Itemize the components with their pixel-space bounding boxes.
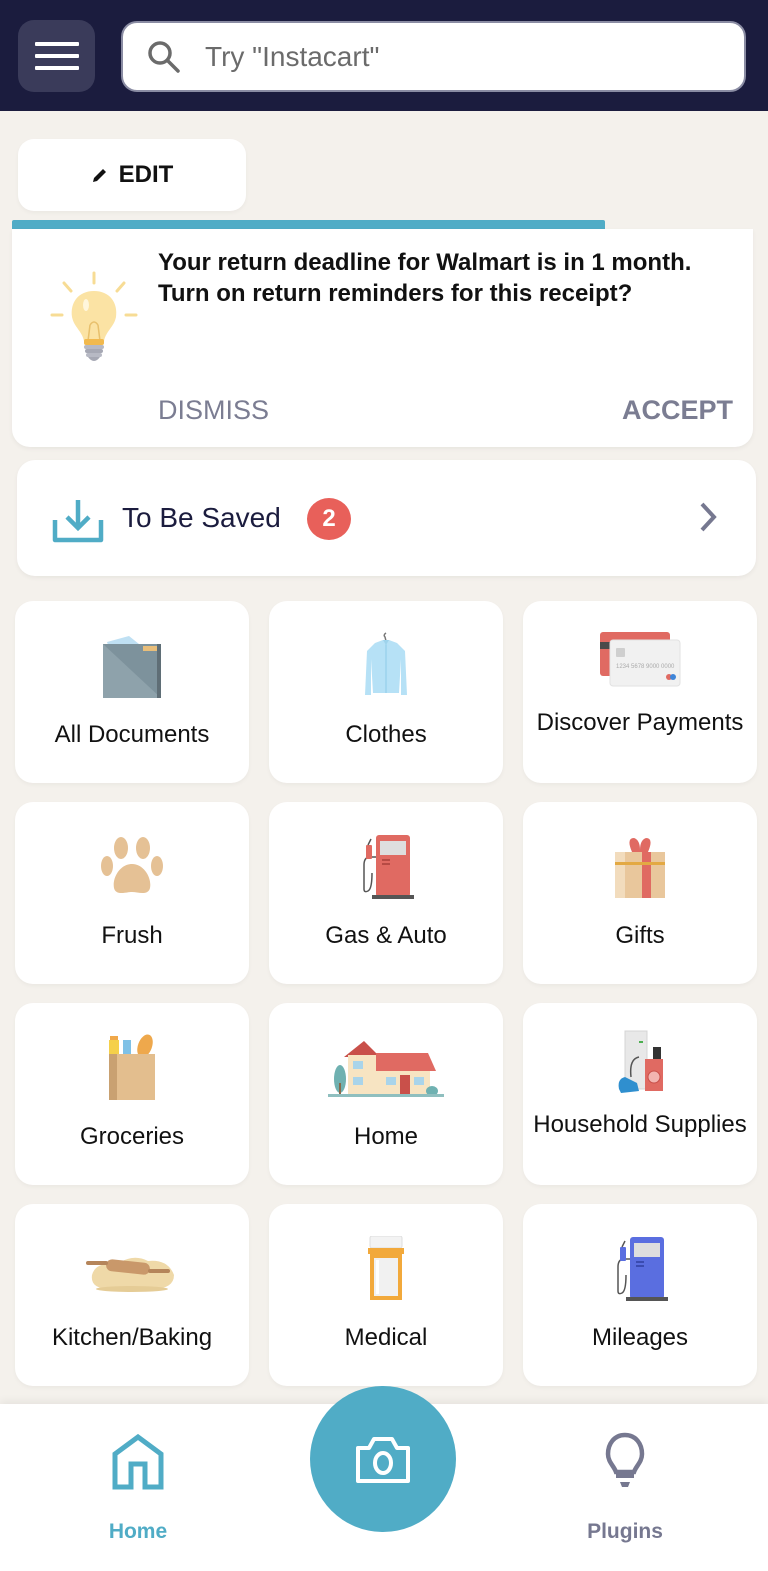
nav-home-label: Home (108, 1520, 168, 1543)
category-clothes[interactable]: Clothes (269, 601, 503, 783)
menu-button[interactable] (18, 20, 95, 92)
category-label: Home (353, 1123, 419, 1150)
chevron-right-icon (700, 502, 717, 532)
rolling-pin-icon (86, 1257, 174, 1292)
house-icon (328, 1041, 444, 1097)
paw-print-icon (101, 837, 163, 893)
top-bar (0, 0, 768, 111)
camera-button[interactable] (310, 1386, 456, 1532)
lightbulb-icon (50, 271, 138, 361)
category-gas-auto[interactable]: Gas & Auto (269, 802, 503, 984)
svg-text:1234 5678 9000 0000: 1234 5678 9000 0000 (616, 664, 675, 670)
category-gifts[interactable]: Gifts (523, 802, 757, 984)
pencil-icon (92, 169, 106, 182)
reminder-message: Your return deadline for Walmart is in 1… (158, 249, 692, 307)
edit-label: EDIT (118, 161, 174, 188)
category-label: Clothes (345, 721, 427, 748)
category-mileages[interactable]: Mileages (523, 1204, 757, 1386)
count-badge: 2 (307, 498, 351, 540)
home-icon (112, 1434, 164, 1490)
category-grid: All Documents Clothes 1234 5678 9000 000… (15, 601, 757, 1386)
category-label: Discover Payments (536, 709, 744, 736)
category-label: Gas & Auto (325, 922, 447, 949)
category-discover-payments[interactable]: 1234 5678 9000 0000 Discover Payments (523, 601, 757, 783)
nav-plugins-tab[interactable]: Plugins (570, 1428, 680, 1543)
category-home[interactable]: Home (269, 1003, 503, 1185)
category-frush[interactable]: Frush (15, 802, 249, 984)
appliances-icon (618, 1030, 663, 1093)
camera-icon (356, 1437, 410, 1483)
lightbulb-outline-icon (605, 1432, 645, 1487)
grocery-bag-icon (109, 1034, 155, 1100)
download-icon (52, 500, 104, 543)
category-label: Kitchen/Baking (51, 1324, 213, 1351)
category-all-documents[interactable]: All Documents (15, 601, 249, 783)
category-label: Medical (344, 1324, 428, 1351)
shirt-icon (365, 632, 407, 695)
category-label: Frush (101, 922, 163, 949)
hamburger-menu-icon (34, 42, 79, 46)
category-groceries[interactable]: Groceries (15, 1003, 249, 1185)
fuel-pump-icon (617, 1237, 668, 1301)
gift-box-icon (615, 838, 665, 898)
nav-home-tab[interactable]: Home (90, 1428, 186, 1543)
gas-pump-icon (363, 835, 414, 899)
folder-icon (103, 636, 161, 698)
category-household-supplies[interactable]: Household Supplies (523, 1003, 757, 1185)
to-be-saved-label: To Be Saved (122, 502, 281, 533)
nav-plugins-label: Plugins (587, 1520, 663, 1543)
category-label: Household Supplies (533, 1111, 747, 1138)
return-reminder-card: Your return deadline for Walmart is in 1… (12, 229, 753, 447)
search-icon (148, 40, 180, 73)
search-input[interactable] (205, 40, 705, 73)
category-medical[interactable]: Medical (269, 1204, 503, 1386)
to-be-saved-row[interactable]: To Be Saved 2 (17, 460, 756, 576)
edit-button[interactable]: EDIT (18, 139, 246, 211)
category-kitchen-baking[interactable]: Kitchen/Baking (15, 1204, 249, 1386)
pill-bottle-icon (368, 1236, 404, 1300)
credit-cards-icon: 1234 5678 9000 0000 (600, 632, 681, 687)
accept-button[interactable]: ACCEPT (622, 395, 733, 426)
dismiss-button[interactable]: DISMISS (158, 395, 269, 426)
category-label: Mileages (591, 1324, 689, 1351)
category-label: Groceries (79, 1123, 185, 1150)
category-label: Gifts (615, 922, 665, 949)
search-bar[interactable] (121, 21, 746, 92)
category-label: All Documents (54, 721, 210, 748)
